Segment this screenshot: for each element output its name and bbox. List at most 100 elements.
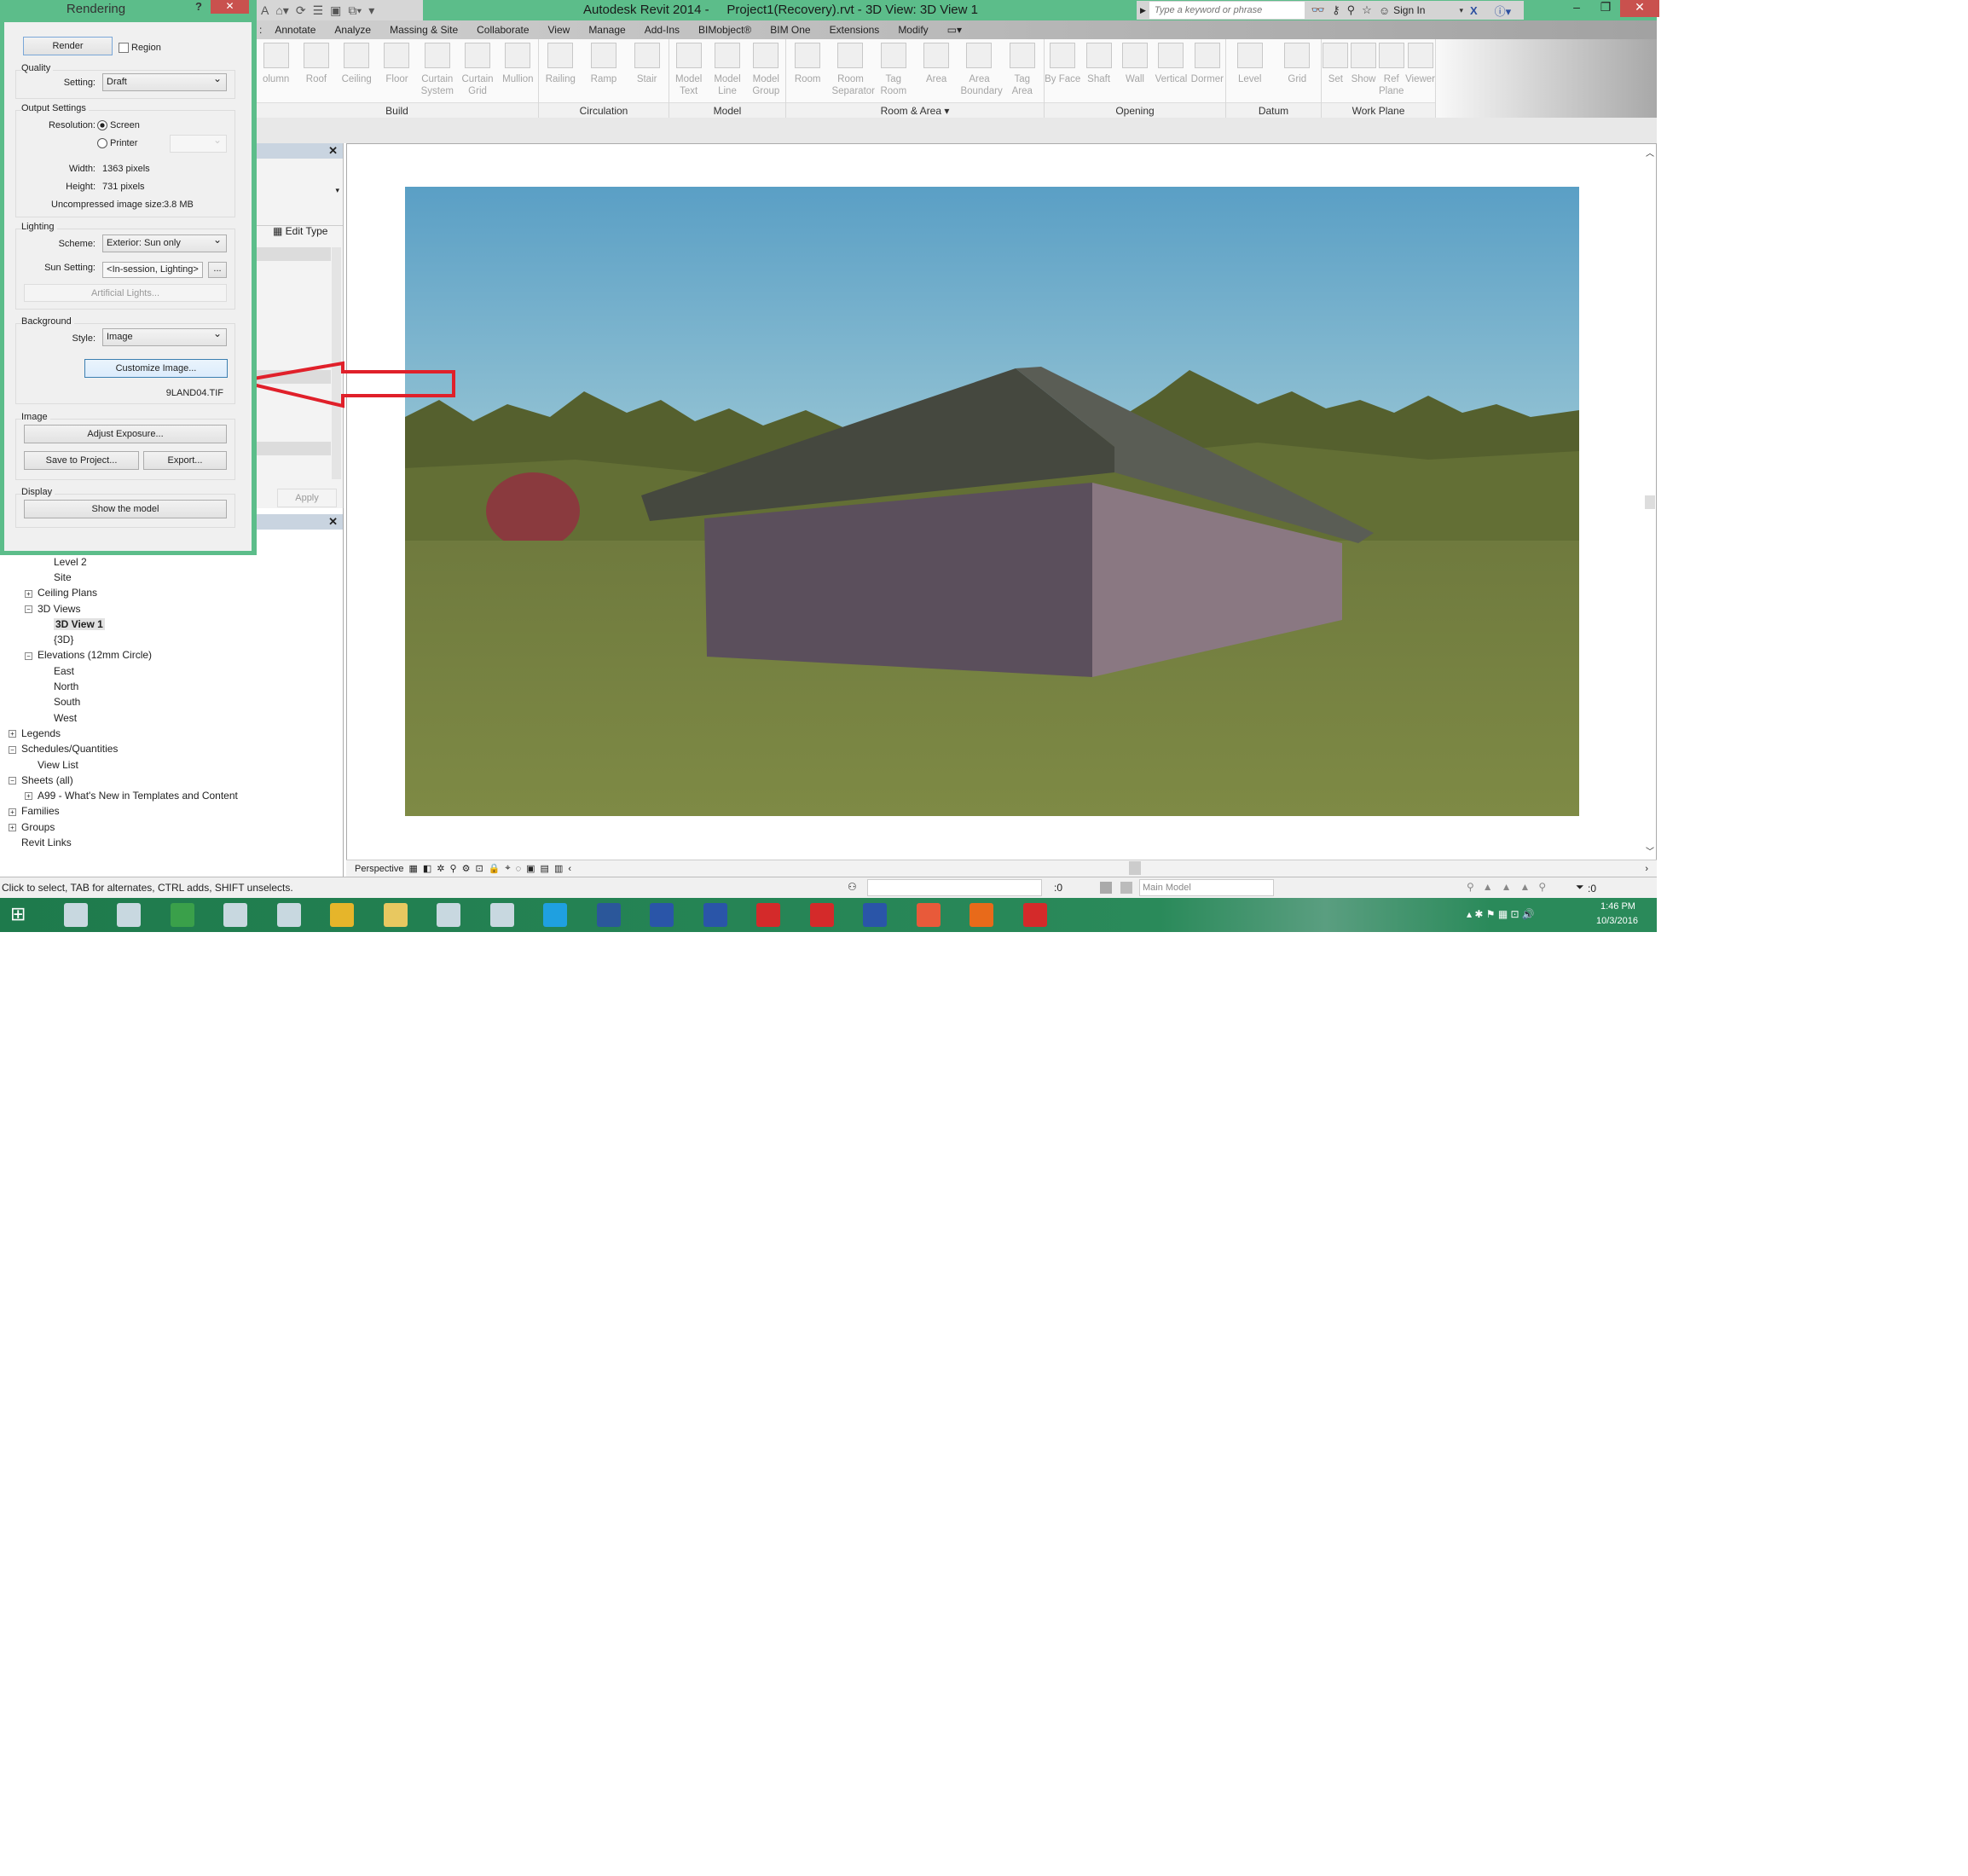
constraints-icon[interactable]: ▥ <box>554 863 563 874</box>
detail-level-icon[interactable]: ▦ <box>408 863 417 874</box>
browser-item[interactable]: − Elevations (12mm Circle) <box>25 647 152 663</box>
quill-icon[interactable] <box>489 903 514 927</box>
chrome-icon[interactable] <box>330 903 354 927</box>
file-explorer-icon[interactable] <box>383 903 408 927</box>
tab-add-ins[interactable]: Add-Ins <box>635 24 689 36</box>
autocad-icon[interactable] <box>809 903 834 927</box>
view-mode-label[interactable]: Perspective <box>355 864 403 874</box>
filter-icon[interactable]: ⏷ <box>1576 881 1584 894</box>
star-icon[interactable]: ☆ <box>1362 3 1372 17</box>
printer-radio[interactable] <box>97 138 107 148</box>
background-style-select[interactable]: Image <box>102 326 227 346</box>
hide-icon[interactable]: ⌖ <box>505 863 510 874</box>
snipping-tool-icon[interactable] <box>63 903 88 927</box>
tab-collaborate[interactable]: Collaborate <box>467 24 538 36</box>
sign-in-link[interactable]: Sign In <box>1393 4 1425 16</box>
autodesk-app-icon[interactable] <box>437 903 460 927</box>
adjust-exposure-button[interactable]: Adjust Exposure... <box>24 425 227 443</box>
autocad-icon[interactable] <box>756 903 780 927</box>
tab-view[interactable]: View <box>539 24 580 36</box>
media-app-icon[interactable] <box>223 903 247 927</box>
ribbon-button-vertical[interactable]: Vertical <box>1153 43 1189 85</box>
scheme-select[interactable]: Exterior: Sun only <box>102 232 227 252</box>
ribbon-button-viewer[interactable]: Viewer <box>1405 43 1435 97</box>
expand-icon[interactable]: + <box>9 730 16 738</box>
collapse-icon[interactable]: − <box>25 651 32 660</box>
browser-item[interactable]: −3D Views <box>25 601 80 617</box>
green-app-icon[interactable] <box>170 903 194 927</box>
text-icon[interactable]: A <box>261 3 269 17</box>
ribbon-button-show[interactable]: Show <box>1350 43 1378 97</box>
ribbon-button-curtain-grid[interactable]: Curtain Grid <box>459 43 496 97</box>
search-input[interactable] <box>1149 2 1305 19</box>
list-icon[interactable]: ☰ <box>313 3 324 18</box>
browser-item[interactable]: 3D View 1 <box>41 617 105 632</box>
binoculars-icon[interactable]: 👓 <box>1311 3 1325 17</box>
ribbon-button-roof[interactable]: Roof <box>298 43 335 97</box>
shadows-icon[interactable]: ⚲ <box>450 863 457 874</box>
ribbon-button-stair[interactable]: Stair <box>628 43 666 85</box>
clock-date[interactable]: 10/3/2016 <box>1596 916 1638 926</box>
edit-type-button[interactable]: ▦ Edit Type <box>273 225 327 237</box>
printer-dpi-select[interactable] <box>170 132 227 153</box>
browser-item[interactable]: North <box>41 679 78 694</box>
word-icon[interactable] <box>596 903 621 927</box>
ribbon-button-tag-area[interactable]: Tag Area <box>1004 43 1041 97</box>
expand-icon[interactable]: + <box>25 792 32 801</box>
tab-analyze[interactable]: Analyze <box>325 24 380 36</box>
reveal-icon[interactable]: ▣ <box>526 863 535 874</box>
ribbon-group-label[interactable]: Room & Area ▾ <box>786 102 1044 118</box>
switch-window-icon[interactable]: ⧉▾ <box>348 3 362 18</box>
tab-bim-one[interactable]: BIM One <box>761 24 819 36</box>
expand-icon[interactable]: + <box>25 589 32 598</box>
browser-item[interactable]: {3D} <box>41 632 73 647</box>
browser-item[interactable]: South <box>41 694 80 709</box>
home-icon[interactable]: ⌂▾ <box>275 3 288 18</box>
internet-explorer-icon[interactable] <box>543 903 567 927</box>
customize-qat-icon[interactable]: ▾ <box>368 3 374 18</box>
ribbon-button-model-group[interactable]: Model Group <box>747 43 784 97</box>
property-group-header[interactable] <box>256 442 331 455</box>
autocad-icon[interactable] <box>1022 903 1047 927</box>
key-icon[interactable]: ⚷ <box>1332 3 1340 17</box>
close-icon[interactable]: ✕ <box>328 144 338 158</box>
close-icon[interactable]: ✕ <box>328 515 338 529</box>
browser-item[interactable]: − Sheets (all) <box>9 773 73 788</box>
ribbon-button-ref-plane[interactable]: Ref Plane <box>1377 43 1405 97</box>
scroll-right-icon[interactable]: › <box>1645 864 1648 874</box>
collapse-icon[interactable]: − <box>9 745 16 754</box>
browser-item[interactable]: + Families <box>9 803 60 819</box>
help-button[interactable]: ? <box>195 0 202 13</box>
analysis-icon[interactable]: ▤ <box>541 863 549 874</box>
tab-manage[interactable]: Manage <box>579 24 634 36</box>
ribbon-button-ceiling[interactable]: Ceiling <box>338 43 375 97</box>
render-button[interactable]: Render <box>23 37 113 55</box>
type-selector-dropdown-icon[interactable]: ▾ <box>335 186 339 195</box>
ribbon-button-shaft[interactable]: Shaft <box>1080 43 1116 85</box>
tab-annotate[interactable]: Annotate <box>265 24 325 36</box>
browser-item[interactable]: Level 2 <box>41 554 87 570</box>
ribbon-button-by-face[interactable]: By Face <box>1045 43 1080 85</box>
collapse-icon[interactable]: − <box>9 777 16 785</box>
close-views-icon[interactable]: ▣ <box>330 3 341 18</box>
show-model-button[interactable]: Show the model <box>24 500 227 518</box>
restore-button[interactable]: ❐ <box>1591 0 1620 17</box>
ribbon-button-room[interactable]: Room <box>789 43 826 97</box>
browser-item[interactable]: + Legends <box>9 726 61 741</box>
scroll-up-icon[interactable]: ︿ <box>1646 146 1654 159</box>
sun-setting-field[interactable]: <In-session, Lighting> <box>102 262 203 278</box>
sun-settings-button[interactable]: ... <box>208 262 227 278</box>
revit-icon[interactable] <box>863 903 887 927</box>
design-options-icon[interactable] <box>1100 882 1112 894</box>
browser-item[interactable]: East <box>41 663 74 679</box>
help-icon[interactable]: ⓘ▾ <box>1495 3 1512 19</box>
screen-radio[interactable] <box>97 120 107 130</box>
expand-icon[interactable]: + <box>9 808 16 816</box>
browser-item[interactable]: Revit Links <box>9 835 72 850</box>
minimize-button[interactable]: – <box>1562 0 1591 17</box>
clock-time[interactable]: 1:46 PM <box>1600 901 1635 912</box>
design-option-select[interactable]: Main Model <box>1139 879 1274 896</box>
browser-item[interactable]: West <box>41 710 77 726</box>
apply-button[interactable]: Apply <box>277 489 337 507</box>
ribbon-button-tag-room[interactable]: Tag Room <box>875 43 912 97</box>
